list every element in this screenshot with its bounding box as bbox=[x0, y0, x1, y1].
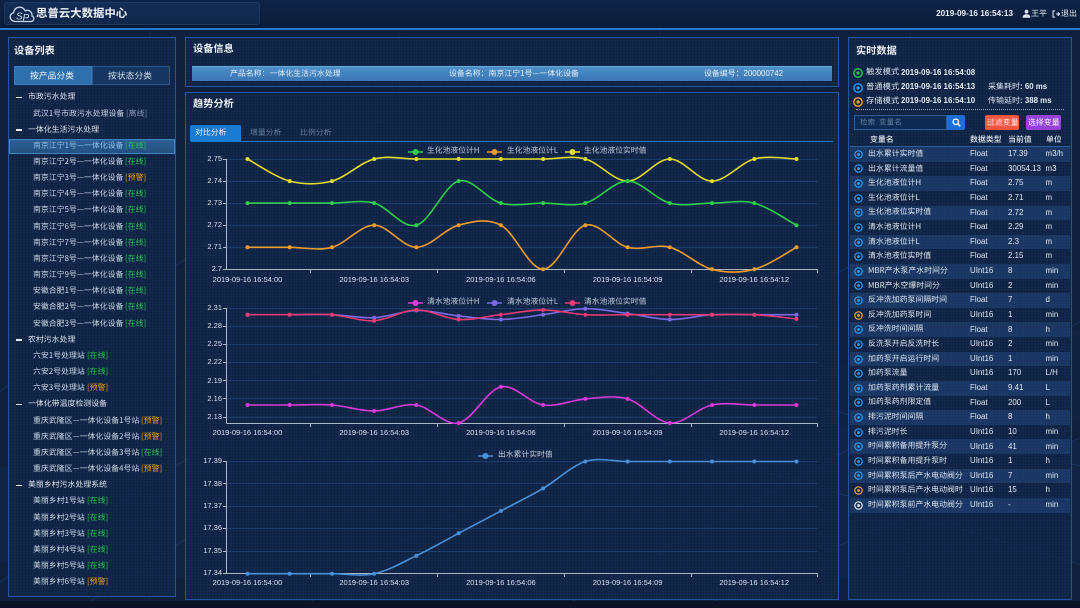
svg-text:P: P bbox=[23, 13, 30, 24]
